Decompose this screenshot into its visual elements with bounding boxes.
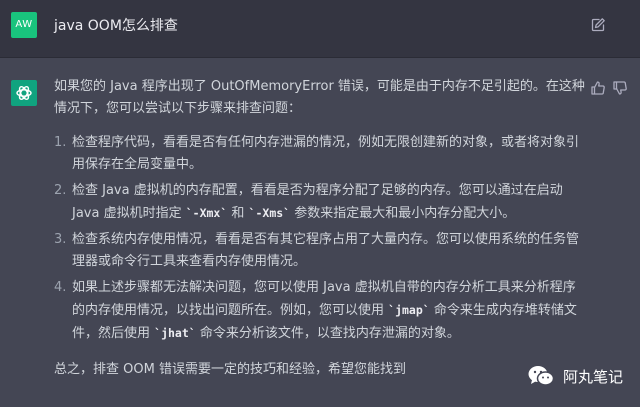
assistant-answer: 如果您的 Java 程序出现了 OutOfMemoryError 错误，可能是由… [54,76,587,381]
step-text: 检查程序代码，看看是否有任何内存泄漏的情况，例如无限创建新的对象，或者将对象引用… [72,135,580,172]
thumbs-down-icon[interactable] [612,80,628,96]
thumbs-up-icon[interactable] [590,80,606,96]
step-number: 4. [54,280,67,295]
assistant-avatar [11,80,37,106]
user-message-row: AW java OOM怎么排查 [0,0,640,58]
inline-code: `-Xmx` [185,206,228,220]
answer-intro: 如果您的 Java 程序出现了 OutOfMemoryError 错误，可能是由… [54,79,585,116]
watermark-text: 阿丸笔记 [563,367,624,386]
answer-step-item: 2. 检查 Java 虚拟机的内存配置，看看是否为程序分配了足够的内存。您可以通过… [54,180,587,225]
step-number: 1. [54,135,67,150]
answer-steps-list: 1. 检查程序代码，看看是否有任何内存泄漏的情况，例如无限创建新的对象，或者将对象… [54,132,587,345]
answer-summary: 总之，排查 OOM 错误需要一定的技巧和经验，希望您能找到 [54,362,406,377]
step-text: 和 [227,206,249,221]
step-text: 参数来指定最大和最小内存分配大小。 [290,206,516,221]
inline-code: `jhat` [154,326,196,340]
edit-icon[interactable] [590,17,606,33]
wechat-icon [528,366,555,386]
user-question-text: java OOM怎么排查 [54,18,178,34]
step-text: 命令来分析该文件，以查找内存泄漏的对象。 [195,326,460,341]
step-number: 3. [54,232,67,247]
step-number: 2. [54,183,67,198]
answer-step-item: 1. 检查程序代码，看看是否有任何内存泄漏的情况，例如无限创建新的对象，或者将对象… [54,132,587,176]
step-text: 检查系统内存使用情况，看看是否有其它程序占用了大量内存。您可以使用系统的任务管理… [72,232,580,269]
inline-code: `-Xms` [248,206,291,220]
inline-code: `jmap` [388,303,430,317]
openai-logo-icon [16,86,32,100]
answer-step-item: 4. 如果上述步骤都无法解决问题，您可以使用 Java 虚拟机自带的内存分析工具来… [54,277,587,345]
user-avatar: AW [11,12,37,38]
answer-step-item: 3. 检查系统内存使用情况，看看是否有其它程序占用了大量内存。您可以使用系统的任务… [54,229,587,273]
watermark: 阿丸笔记 [527,362,623,390]
